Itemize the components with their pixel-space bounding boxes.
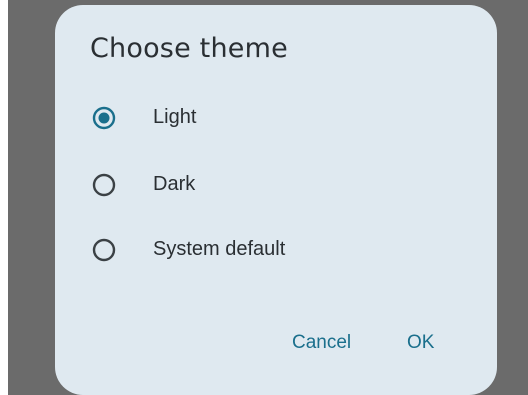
radio-unselected-icon[interactable]	[92, 238, 116, 262]
ok-button[interactable]: OK	[401, 328, 440, 358]
choose-theme-dialog: Choose theme Light Dark System default C…	[55, 5, 497, 395]
theme-option-dark[interactable]: Dark	[77, 163, 477, 207]
theme-option-label: Dark	[153, 173, 196, 195]
theme-option-light[interactable]: Light	[77, 96, 477, 140]
theme-option-label: System default	[153, 238, 286, 260]
radio-unselected-icon[interactable]	[92, 173, 116, 197]
theme-option-system-default[interactable]: System default	[77, 228, 477, 272]
theme-option-label: Light	[153, 106, 197, 128]
dialog-title: Choose theme	[90, 33, 288, 64]
radio-selected-icon[interactable]	[92, 106, 116, 130]
cancel-button[interactable]: Cancel	[286, 328, 357, 358]
